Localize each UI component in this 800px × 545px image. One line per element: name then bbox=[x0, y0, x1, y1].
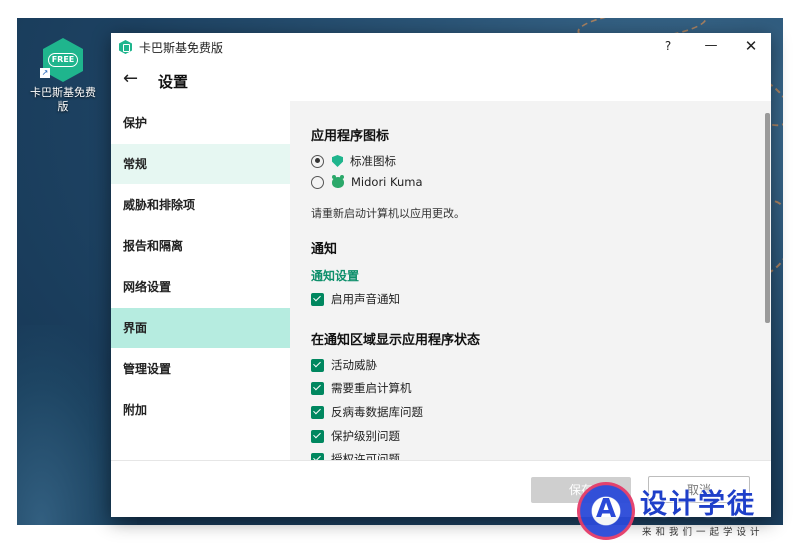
close-button[interactable]: ✕ bbox=[738, 36, 764, 56]
radio-button[interactable] bbox=[311, 175, 324, 189]
sidebar-item-reports-quarantine[interactable]: 报告和隔离 bbox=[111, 226, 290, 266]
desktop-shortcut-label: 卡巴斯基免费版 bbox=[30, 86, 96, 113]
checkbox[interactable] bbox=[311, 358, 324, 372]
checkbox[interactable] bbox=[311, 452, 324, 460]
minimize-button[interactable]: — bbox=[698, 36, 724, 56]
title-bar[interactable]: 卡巴斯基免费版 ? — ✕ bbox=[111, 33, 771, 60]
checkbox-label: 需要重启计算机 bbox=[331, 381, 412, 395]
section-heading-app-icon: 应用程序图标 bbox=[311, 129, 390, 144]
checkbox[interactable] bbox=[311, 429, 324, 443]
kaspersky-app-icon bbox=[119, 40, 132, 54]
checkbox[interactable] bbox=[311, 405, 324, 419]
shield-icon bbox=[332, 155, 343, 167]
page-title: 设置 bbox=[158, 73, 189, 91]
sidebar-item-additional[interactable]: 附加 bbox=[111, 390, 290, 430]
checkbox-label: 活动威胁 bbox=[331, 358, 377, 372]
watermark-title: 设计学徒 bbox=[640, 489, 756, 520]
checkbox-label: 授权许可问题 bbox=[331, 452, 400, 460]
window-title: 卡巴斯基免费版 bbox=[139, 41, 224, 55]
checkbox[interactable] bbox=[311, 381, 324, 395]
watermark-subtitle: 来和我们一起学设计 bbox=[642, 527, 764, 538]
sidebar-item-threats-exclusions[interactable]: 威胁和排除项 bbox=[111, 185, 290, 225]
settings-sidebar: 保护 常规 威胁和排除项 报告和隔离 网络设置 界面 管理设置 附加 bbox=[111, 103, 290, 461]
sidebar-item-manage-settings[interactable]: 管理设置 bbox=[111, 349, 290, 389]
checkbox-label: 反病毒数据库问题 bbox=[331, 405, 423, 419]
checkbox-label: 启用声音通知 bbox=[331, 292, 400, 306]
sidebar-item-protection[interactable]: 保护 bbox=[111, 103, 290, 143]
section-heading-tray-status: 在通知区域显示应用程序状态 bbox=[311, 333, 481, 348]
settings-content: 应用程序图标 标准图标 Midori Kuma 请重新启动计算机以应用更改。 通… bbox=[290, 101, 771, 460]
back-arrow-icon[interactable]: ← bbox=[123, 68, 138, 89]
desktop-shortcut-kaspersky[interactable]: FREE ↗ 卡巴斯基免费版 bbox=[26, 38, 100, 114]
checkbox-sound-notifications[interactable]: 启用声音通知 bbox=[311, 290, 400, 308]
bear-icon bbox=[332, 174, 344, 188]
section-heading-notifications: 通知 bbox=[311, 242, 338, 257]
sidebar-item-general[interactable]: 常规 bbox=[111, 144, 290, 184]
checkbox-database-issues[interactable]: 反病毒数据库问题 bbox=[311, 403, 423, 421]
radio-option-midori-kuma[interactable]: Midori Kuma bbox=[311, 173, 423, 191]
checkbox-label: 保护级别问题 bbox=[331, 429, 400, 443]
app-window: 卡巴斯基免费版 ? — ✕ ← 设置 保护 常规 威胁和排除项 报告和隔离 网络… bbox=[111, 33, 771, 517]
checkbox-active-threats[interactable]: 活动威胁 bbox=[311, 356, 377, 374]
restart-note: 请重新启动计算机以应用更改。 bbox=[311, 207, 465, 220]
notification-settings-link[interactable]: 通知设置 bbox=[311, 267, 359, 284]
page-header: ← 设置 bbox=[111, 60, 771, 101]
watermark-logo-letter: A bbox=[595, 494, 617, 524]
free-badge: FREE bbox=[47, 53, 79, 67]
radio-label: Midori Kuma bbox=[351, 175, 423, 189]
sidebar-item-interface[interactable]: 界面 bbox=[111, 308, 290, 348]
content-scrollbar[interactable] bbox=[765, 103, 771, 460]
radio-option-standard-icon[interactable]: 标准图标 bbox=[311, 152, 396, 170]
radio-button[interactable] bbox=[311, 154, 324, 168]
shortcut-arrow-icon: ↗ bbox=[40, 68, 50, 78]
sidebar-item-network[interactable]: 网络设置 bbox=[111, 267, 290, 307]
checkbox-restart-required[interactable]: 需要重启计算机 bbox=[311, 379, 412, 397]
checkbox-license-issues[interactable]: 授权许可问题 bbox=[311, 450, 400, 460]
radio-label: 标准图标 bbox=[350, 154, 396, 168]
help-button[interactable]: ? bbox=[655, 36, 681, 56]
watermark: A 设计学徒 来和我们一起学设计 bbox=[574, 480, 796, 542]
scrollbar-thumb[interactable] bbox=[765, 113, 770, 323]
checkbox[interactable] bbox=[311, 292, 324, 306]
checkbox-protection-level-issues[interactable]: 保护级别问题 bbox=[311, 427, 400, 445]
